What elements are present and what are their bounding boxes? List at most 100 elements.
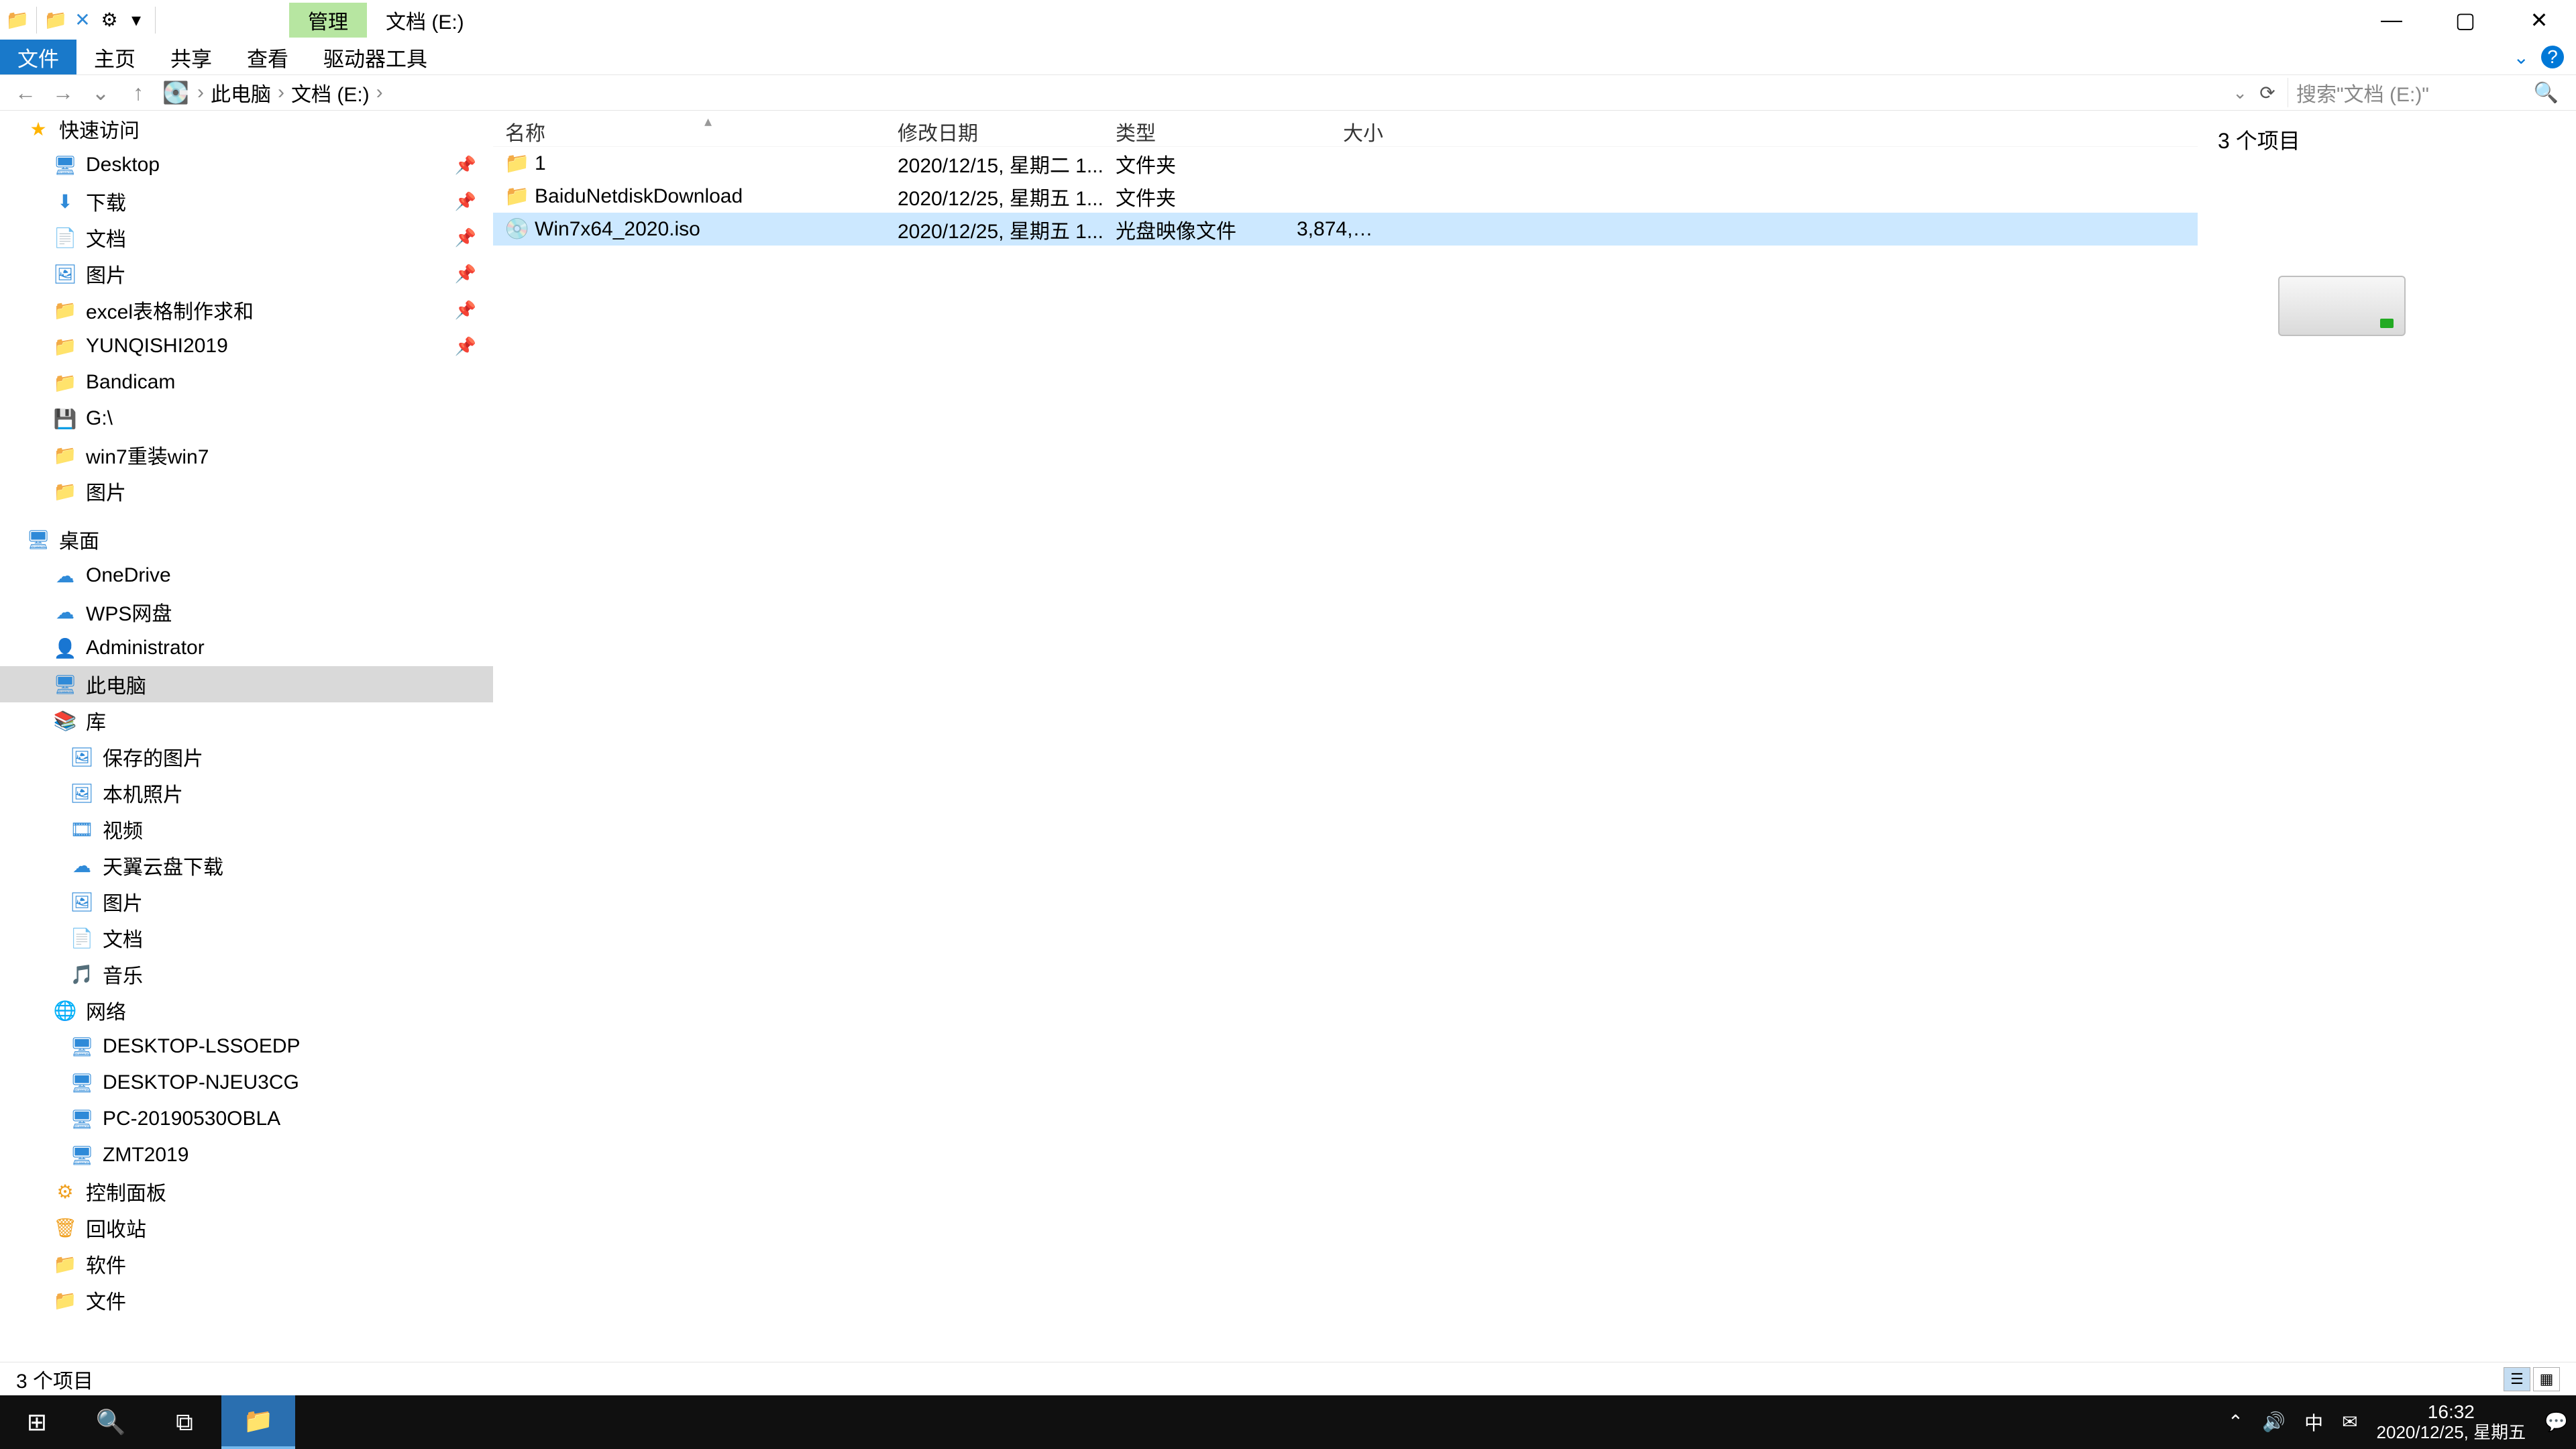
address-dropdown-icon[interactable]: ⌄ <box>2233 83 2247 103</box>
ribbon-tab-file[interactable]: 文件 <box>0 40 76 74</box>
nav-item[interactable]: 📚库 <box>0 702 493 739</box>
nav-quick-item[interactable]: 📁YUNQISHI2019📌 <box>0 328 493 364</box>
start-button[interactable]: ⊞ <box>0 1395 74 1449</box>
col-date[interactable]: 修改日期 <box>885 117 1104 146</box>
ribbon-tab-share[interactable]: 共享 <box>153 40 229 74</box>
computer-icon: 🖥 <box>70 1144 93 1167</box>
pin-icon: 📌 <box>455 155 476 176</box>
taskbar[interactable]: ⊞ 🔍 ⧉ 📁 ⌃ 🔊 中 ✉ 16:32 2020/12/25, 星期五 💬 <box>0 1395 2576 1449</box>
taskbar-clock[interactable]: 16:32 2020/12/25, 星期五 <box>2377 1402 2526 1442</box>
nav-item[interactable]: ☁WPS网盘 <box>0 594 493 630</box>
title-location: 文档 (E:) <box>367 3 483 38</box>
drive-thumbnail-icon <box>2278 276 2406 336</box>
nav-quick-item[interactable]: 📁excel表格制作求和📌 <box>0 292 493 328</box>
pin-icon: 📌 <box>455 191 476 212</box>
nav-quick-item[interactable]: 📁win7重装win7 <box>0 437 493 473</box>
file-row[interactable]: 📁BaiduNetdiskDownload2020/12/25, 星期五 1..… <box>493 180 2198 213</box>
tray-volume-icon[interactable]: 🔊 <box>2262 1411 2286 1433</box>
file-row[interactable]: 💿Win7x64_2020.iso2020/12/25, 星期五 1...光盘映… <box>493 213 2198 246</box>
nav-library-item[interactable]: 🎵音乐 <box>0 956 493 992</box>
nav-quick-access[interactable]: ★快速访问 <box>0 111 493 147</box>
taskbar-explorer-button[interactable]: 📁 <box>221 1395 295 1449</box>
qat-close-icon[interactable]: ✕ <box>72 9 93 31</box>
folder-icon: 📁 <box>54 371 76 394</box>
title-contextual-tab[interactable]: 管理 <box>289 3 367 38</box>
nav-recent-dropdown[interactable]: ⌄ <box>85 79 117 106</box>
nav-item-icon: 🖥 <box>54 673 76 696</box>
ribbon-tab-view[interactable]: 查看 <box>229 40 306 74</box>
ribbon-expand-icon[interactable]: ⌄ <box>2514 46 2529 68</box>
nav-item-icon: 👤 <box>54 637 76 659</box>
tray-ime-indicator[interactable]: 中 <box>2304 1409 2323 1436</box>
close-button[interactable]: ✕ <box>2502 0 2576 40</box>
nav-desktop[interactable]: 🖥桌面 <box>0 521 493 557</box>
nav-item[interactable]: 📁软件 <box>0 1246 493 1282</box>
ribbon-tab-drive-tools[interactable]: 驱动器工具 <box>306 40 445 74</box>
nav-item[interactable]: 🖥此电脑 <box>0 666 493 702</box>
nav-item[interactable]: ☁OneDrive <box>0 557 493 594</box>
col-name[interactable]: 名称 <box>493 117 885 146</box>
maximize-button[interactable]: ▢ <box>2428 0 2502 40</box>
ribbon-tab-home[interactable]: 主页 <box>76 40 153 74</box>
nav-forward-button[interactable]: → <box>47 79 79 106</box>
nav-network-computer[interactable]: 🖥ZMT2019 <box>0 1137 493 1173</box>
tray-overflow-icon[interactable]: ⌃ <box>2228 1411 2243 1433</box>
view-details-button[interactable]: ☰ <box>2504 1367 2530 1391</box>
folder-icon: 📁 <box>505 184 529 208</box>
action-center-icon[interactable]: 💬 <box>2544 1411 2568 1433</box>
nav-network-computer[interactable]: 🖥DESKTOP-LSSOEDP <box>0 1028 493 1065</box>
main-area: ★快速访问 🖥Desktop📌⬇下载📌📄文档📌🖼图片📌📁excel表格制作求和📌… <box>0 111 2576 1362</box>
qat-properties-icon[interactable]: ⚙ <box>99 9 120 31</box>
nav-quick-item[interactable]: 📁Bandicam <box>0 364 493 400</box>
nav-quick-item[interactable]: ⬇下载📌 <box>0 183 493 219</box>
crumb-drive[interactable]: 文档 (E:) <box>291 78 370 107</box>
status-bar: 3 个项目 ☰ ▦ <box>0 1362 2576 1395</box>
nav-library-item[interactable]: 🖼本机照片 <box>0 775 493 811</box>
content-area: ▴ 名称 修改日期 类型 大小 📁12020/12/15, 星期二 1...文件… <box>493 111 2576 1362</box>
tray-mail-icon[interactable]: ✉ <box>2342 1411 2357 1433</box>
file-list[interactable]: ▴ 名称 修改日期 类型 大小 📁12020/12/15, 星期二 1...文件… <box>493 111 2198 1362</box>
nav-quick-item[interactable]: 📄文档📌 <box>0 219 493 256</box>
nav-quick-item[interactable]: 🖥Desktop📌 <box>0 147 493 183</box>
nav-network[interactable]: 🌐网络 <box>0 992 493 1028</box>
nav-item[interactable]: 👤Administrator <box>0 630 493 666</box>
clock-time: 16:32 <box>2377 1402 2526 1423</box>
nav-library-item[interactable]: 🎞视频 <box>0 811 493 847</box>
nav-library-item[interactable]: ☁天翼云盘下载 <box>0 847 493 883</box>
nav-up-button[interactable]: ↑ <box>122 79 154 106</box>
nav-library-item[interactable]: 🖼保存的图片 <box>0 739 493 775</box>
navigation-pane[interactable]: ★快速访问 🖥Desktop📌⬇下载📌📄文档📌🖼图片📌📁excel表格制作求和📌… <box>0 111 493 1362</box>
iso-file-icon: 💿 <box>505 217 529 241</box>
system-tray[interactable]: ⌃ 🔊 中 ✉ 16:32 2020/12/25, 星期五 💬 <box>2228 1402 2576 1442</box>
taskbar-search-button[interactable]: 🔍 <box>74 1395 148 1449</box>
nav-network-computer[interactable]: 🖥DESKTOP-NJEU3CG <box>0 1065 493 1101</box>
file-row[interactable]: 📁12020/12/15, 星期二 1...文件夹 <box>493 147 2198 180</box>
view-icons-button[interactable]: ▦ <box>2533 1367 2560 1391</box>
nav-quick-item[interactable]: 💾G:\ <box>0 400 493 437</box>
nav-item[interactable]: 📁文件 <box>0 1282 493 1318</box>
help-icon[interactable]: ? <box>2541 46 2564 68</box>
minimize-button[interactable]: — <box>2355 0 2428 40</box>
task-view-button[interactable]: ⧉ <box>148 1395 221 1449</box>
library-icon: 🎞 <box>70 818 93 841</box>
nav-back-button[interactable]: ← <box>9 79 42 106</box>
nav-item[interactable]: 🗑回收站 <box>0 1210 493 1246</box>
preview-item-count: 3 个项目 <box>2218 124 2556 155</box>
col-size[interactable]: 大小 <box>1285 117 1395 146</box>
nav-library-item[interactable]: 🖼图片 <box>0 883 493 920</box>
refresh-button[interactable]: ⟳ <box>2253 82 2282 104</box>
crumb-this-pc[interactable]: 此电脑 <box>211 78 271 107</box>
file-date: 2020/12/15, 星期二 1... <box>885 149 1104 178</box>
qat-dropdown-icon[interactable]: ▾ <box>125 9 147 31</box>
nav-quick-item[interactable]: 🖼图片📌 <box>0 256 493 292</box>
column-headers[interactable]: 名称 修改日期 类型 大小 <box>493 116 2198 147</box>
search-input[interactable]: 搜索"文档 (E:)" 🔍 <box>2288 78 2567 107</box>
nav-item[interactable]: ⚙控制面板 <box>0 1173 493 1210</box>
col-type[interactable]: 类型 <box>1104 117 1285 146</box>
nav-quick-item[interactable]: 📁图片 <box>0 473 493 509</box>
nav-library-item[interactable]: 📄文档 <box>0 920 493 956</box>
nav-network-computer[interactable]: 🖥PC-20190530OBLA <box>0 1101 493 1137</box>
search-icon[interactable]: 🔍 <box>2534 81 2559 105</box>
qat-checked-folder-icon[interactable]: 📁 <box>45 9 66 31</box>
breadcrumb[interactable]: › 此电脑 › 文档 (E:) › <box>197 78 383 107</box>
